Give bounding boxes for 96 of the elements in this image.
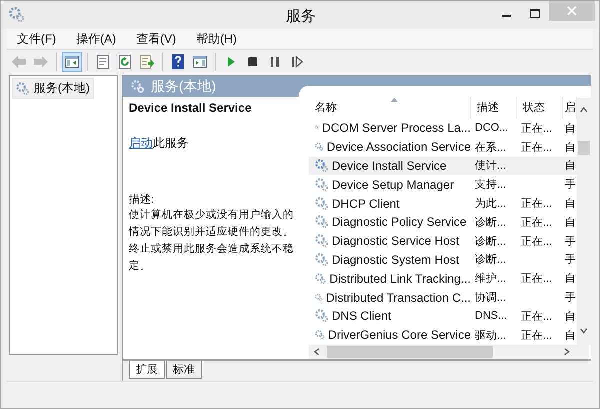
service-name: DNS Client — [332, 309, 392, 324]
table-cell-text: 自 — [565, 272, 576, 286]
menu-item[interactable]: 帮助(H) — [186, 30, 247, 48]
table-cell-text: 自 — [565, 310, 576, 324]
table-cell-text: 诊断... — [475, 234, 506, 249]
gear-icon — [16, 82, 30, 96]
start-link[interactable]: 启动 — [129, 136, 153, 150]
table-cell-text: 驱动... — [475, 328, 506, 343]
table-cell-text: 手 — [565, 234, 576, 249]
service-name: Device Install Service — [129, 100, 253, 115]
service-name: Diagnostic Service Host — [332, 234, 460, 248]
left-arrow-icon — [11, 54, 27, 70]
service-name: Diagnostic Policy Service — [332, 215, 467, 230]
service-name: DHCP Client — [332, 196, 400, 211]
table-cell-text: 诊断... — [475, 216, 506, 230]
table-cell-text: 协调... — [475, 291, 506, 306]
service-name: Device Setup Manager — [332, 178, 454, 192]
service-row[interactable]: DCOM Server Process La... DCO... 正在... 自 — [309, 118, 577, 138]
service-row[interactable]: DriverGenius Core Service 驱动... 正在... 自 — [309, 326, 577, 345]
service-row[interactable]: DNS Client DNS... 正在... 自 — [309, 306, 577, 326]
table-cell-text: 手 — [565, 291, 576, 306]
table-cell-text: 为此... — [475, 197, 506, 212]
table-cell-text: 正在... — [521, 328, 552, 343]
table-cell-text: 自 — [565, 140, 576, 155]
table-cell-text: 维护... — [475, 272, 506, 286]
table-cell-text: 使计... — [475, 159, 506, 174]
table-cell: DNS... — [475, 310, 508, 322]
horizontal-scrollbar[interactable] — [309, 344, 589, 359]
table-cell-text: 自 — [565, 216, 576, 230]
right-arrow-icon — [33, 54, 49, 70]
document-arrow-icon — [139, 54, 155, 70]
table-cell-text: 正在... — [521, 197, 552, 212]
show-tree-button[interactable] — [62, 52, 82, 72]
gear-icon — [315, 272, 327, 286]
service-name: Device Install Service — [332, 158, 447, 173]
service-name: Distributed Link Tracking... — [330, 272, 471, 286]
service-row[interactable]: Device Setup Manager 支持... 手 — [309, 175, 577, 194]
service-name: Distributed Transaction C... — [326, 290, 471, 305]
gear-icon — [315, 234, 329, 248]
column-header[interactable]: 状态 — [517, 96, 563, 119]
table-cell-text: 自 — [565, 197, 576, 212]
table-cell-text: 正在... — [521, 234, 552, 249]
tab[interactable]: 扩展 — [129, 360, 165, 379]
tab[interactable]: 标准 — [166, 360, 202, 379]
column-header[interactable]: 名称 — [309, 96, 471, 119]
resume-icon — [289, 54, 305, 70]
window-pane-icon — [64, 54, 80, 70]
table-cell-text: 正在... — [521, 216, 552, 230]
gear-icon — [315, 196, 329, 211]
column-header[interactable]: 描述 — [471, 96, 517, 119]
description-text: 使计算机在极少或没有用户输入的情况下能识别并适应硬件的更改。终止或禁用此服务会造成系统不稳定。 — [129, 208, 295, 274]
refresh-icon — [117, 54, 133, 70]
service-row[interactable]: Distributed Transaction C... 协调... 手 — [309, 288, 577, 307]
help-icon — [170, 54, 186, 70]
service-row[interactable]: DHCP Client 为此... 正在... 自 — [309, 194, 577, 213]
service-name: DCOM Server Process La... — [322, 121, 471, 136]
service-row[interactable]: Device Association Service 在系... 正在... 自 — [309, 138, 577, 157]
service-row[interactable]: Diagnostic System Host 诊断... 手 — [309, 250, 577, 270]
gear-icon — [315, 158, 329, 173]
window-pane-icon — [192, 54, 208, 70]
service-name: Diagnostic System Host — [332, 252, 460, 267]
document-icon — [95, 54, 111, 70]
action-text: 此服务 — [153, 136, 189, 150]
gear-icon — [315, 215, 329, 230]
table-cell-text: 正在... — [521, 140, 552, 155]
table-cell-text: 手 — [565, 178, 576, 192]
table-cell-text: 正在... — [521, 310, 552, 324]
table-cell-text: 诊断... — [475, 253, 506, 268]
gear-icon — [315, 178, 329, 192]
menu-item[interactable]: 操作(A) — [66, 30, 126, 48]
window-title: 服务 — [285, 7, 317, 26]
service-name: DriverGenius Core Service — [328, 328, 471, 342]
gear-icon — [315, 252, 329, 267]
tree-item[interactable]: 服务(本地) — [12, 78, 94, 100]
table-cell-text: 在系... — [475, 140, 506, 155]
service-row[interactable]: Device Install Service 使计... 自 — [309, 156, 577, 176]
menu-item[interactable]: 查看(V) — [126, 30, 186, 48]
gear-icon — [9, 7, 25, 24]
service-row[interactable]: Diagnostic Policy Service 诊断... 正在... 自 — [309, 212, 577, 232]
table-cell-text: 支持... — [475, 178, 506, 192]
table-cell: DCO... — [475, 122, 509, 134]
gear-icon — [315, 328, 326, 342]
gear-icon — [315, 309, 329, 324]
table-cell-text: 自 — [565, 328, 576, 343]
table-cell-text: 自 — [565, 159, 576, 174]
service-name: Device Association Service — [326, 140, 471, 154]
table-cell-text: 自 — [565, 122, 576, 136]
service-row[interactable]: Distributed Link Tracking... 维护... 正在... 自 — [309, 269, 577, 288]
table-cell-text: 手 — [565, 253, 576, 268]
description-label: 描述: — [129, 192, 156, 207]
panel-title: 服务(本地) — [151, 78, 216, 96]
menu-item[interactable]: 文件(F) — [7, 30, 66, 48]
sort-arrow-icon — [391, 98, 398, 102]
service-row[interactable]: Diagnostic Service Host 诊断... 正在... 手 — [309, 232, 577, 251]
table-cell-text: 正在... — [521, 122, 552, 136]
table-cell-text: 正在... — [521, 272, 552, 286]
